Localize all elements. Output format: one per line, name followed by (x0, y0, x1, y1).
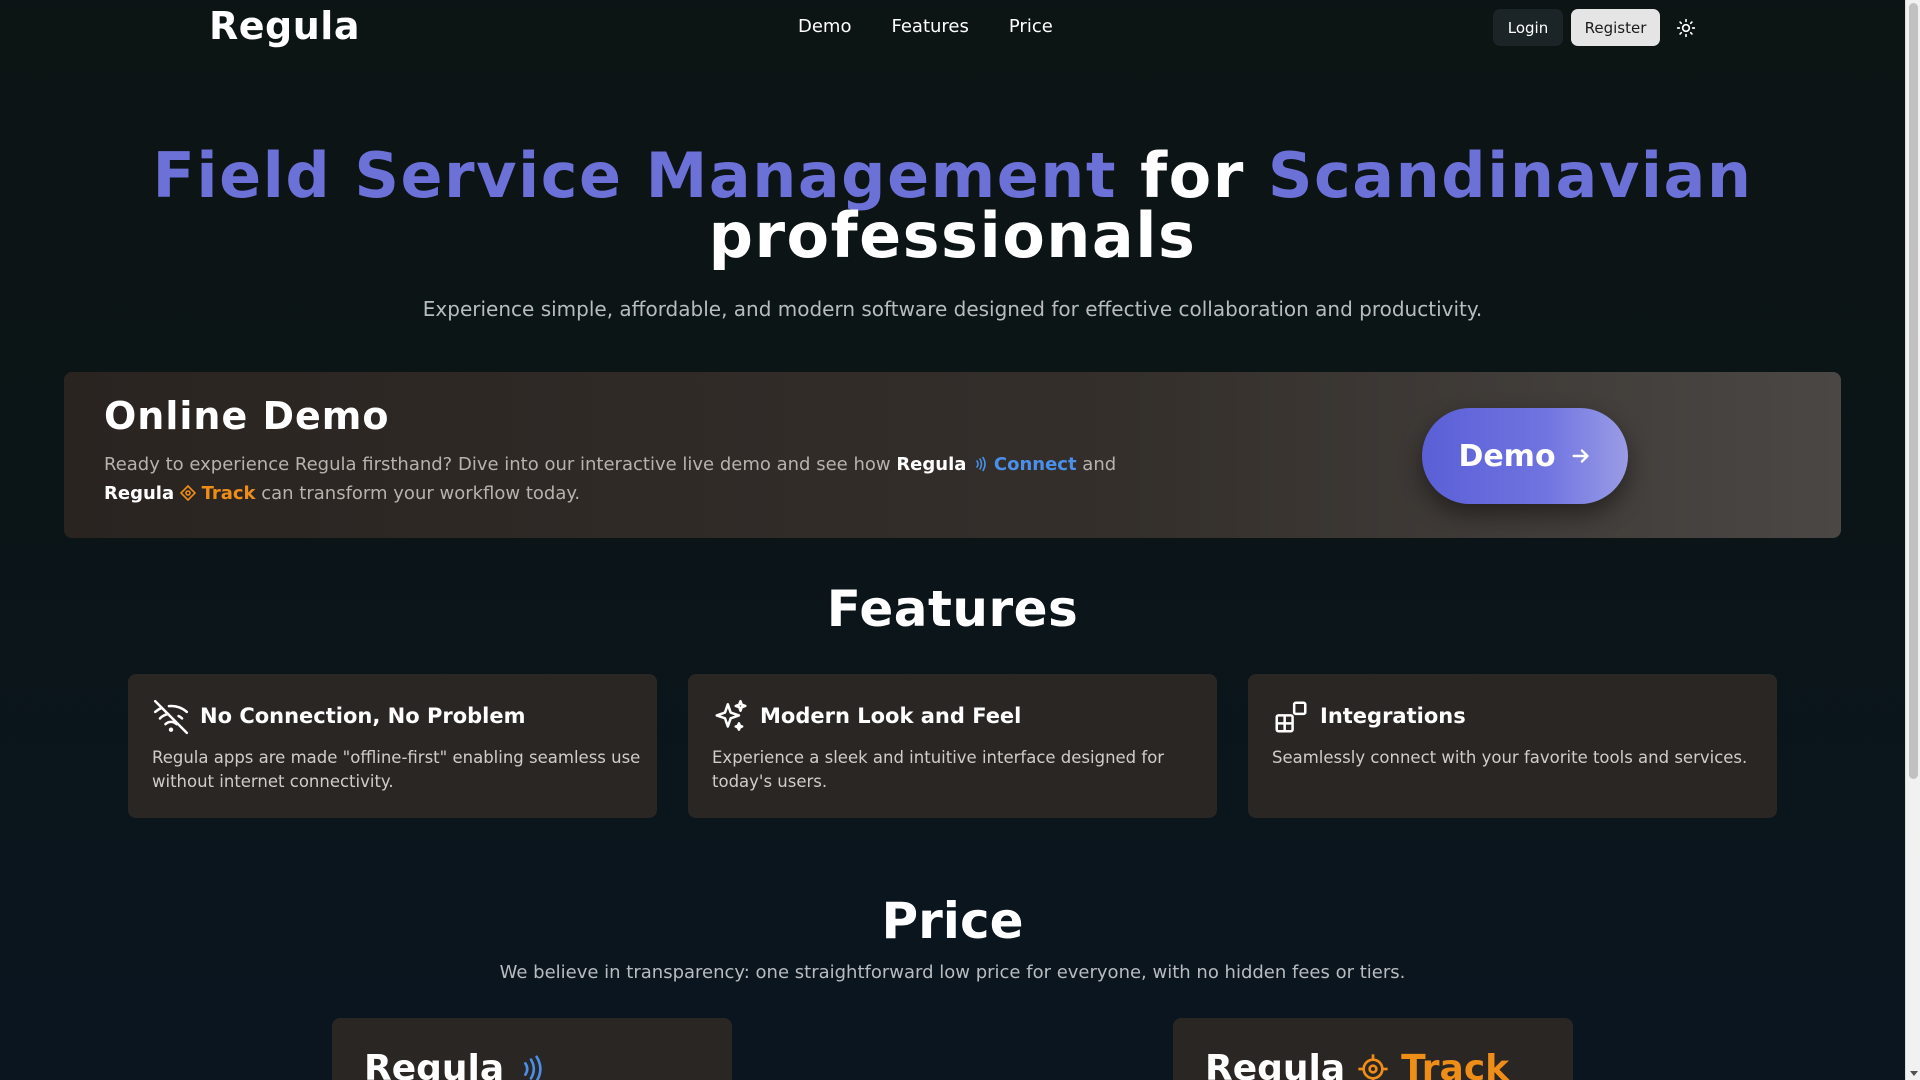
demo-button-label: Demo (1458, 438, 1556, 474)
feature-description: Seamlessly connect with your favorite to… (1272, 748, 1748, 767)
price-card-track: Regula Track (1173, 1018, 1573, 1080)
feature-title: Modern Look and Feel (760, 704, 1022, 728)
price-card-brand: Regula (364, 1048, 505, 1080)
scroll-down-arrow-icon[interactable] (1910, 1071, 1918, 1076)
demo-text-prefix: Ready to experience Regula firsthand? Di… (104, 454, 897, 475)
signal-icon (524, 1055, 542, 1080)
crosshair-icon (1358, 1053, 1388, 1080)
price-card-brand: Regula (1205, 1048, 1346, 1080)
price-subtitle: We believe in transparency: one straight… (499, 962, 1406, 983)
hero-title-accent-2: Scandinavian (1267, 139, 1753, 212)
hero-title-line2: professionals (708, 199, 1197, 272)
login-button[interactable]: Login (1493, 9, 1563, 46)
scrollbar-thumb[interactable] (1909, 3, 1918, 779)
nav-link-features[interactable]: Features (891, 16, 968, 37)
demo-text-suffix: can transform your workflow today. (255, 483, 581, 504)
feature-title: Integrations (1320, 704, 1466, 728)
hero-title: Field Service Management for Scandinavia… (0, 145, 1905, 267)
brand-regula: Regula (896, 454, 967, 475)
brand-track: Track (201, 483, 256, 504)
feature-description: Experience a sleek and intuitive interfa… (712, 748, 1165, 791)
online-demo-card: Online Demo Ready to experience Regula f… (64, 372, 1841, 538)
logo[interactable]: Regula (209, 4, 360, 48)
nav-links: Demo Features Price (798, 16, 1053, 37)
integrations-icon (1275, 701, 1307, 733)
demo-card-title: Online Demo (104, 394, 390, 438)
sparkles-icon (715, 699, 747, 731)
price-heading: Price (881, 892, 1024, 950)
feature-title: No Connection, No Problem (200, 704, 526, 728)
wifi-off-icon (153, 699, 189, 735)
register-button[interactable]: Register (1571, 9, 1660, 46)
price-card-product: Track (1401, 1048, 1510, 1080)
top-navbar: Regula Demo Features Price Login Registe… (0, 0, 1905, 56)
demo-card-text: Ready to experience Regula firsthand? Di… (104, 450, 1164, 508)
demo-button[interactable]: Demo (1422, 408, 1628, 504)
feature-card-modern: Modern Look and Feel Experience a sleek … (688, 674, 1217, 818)
brand-regula-2: Regula (104, 483, 175, 504)
price-card-connect: Regula (332, 1018, 732, 1080)
arrow-right-icon (1572, 449, 1589, 463)
price-card-name: Regula Track (1205, 1048, 1509, 1080)
demo-text-and: and (1076, 454, 1117, 475)
signal-icon (976, 456, 986, 472)
nav-link-price[interactable]: Price (1009, 16, 1053, 37)
brand-connect: Connect (993, 454, 1077, 475)
feature-card-integrations: Integrations Seamlessly connect with you… (1248, 674, 1777, 818)
vertical-scrollbar[interactable] (1905, 0, 1920, 1080)
feature-card-offline: No Connection, No Problem Regula apps ar… (128, 674, 657, 818)
features-heading: Features (826, 580, 1079, 638)
crosshair-icon (179, 484, 196, 502)
nav-link-demo[interactable]: Demo (798, 16, 851, 37)
feature-description: Regula apps are made "offline-first" ena… (152, 748, 641, 791)
price-card-name: Regula (364, 1048, 546, 1080)
sun-icon[interactable] (1676, 18, 1696, 38)
hero-subtitle: Experience simple, affordable, and moder… (422, 297, 1483, 321)
